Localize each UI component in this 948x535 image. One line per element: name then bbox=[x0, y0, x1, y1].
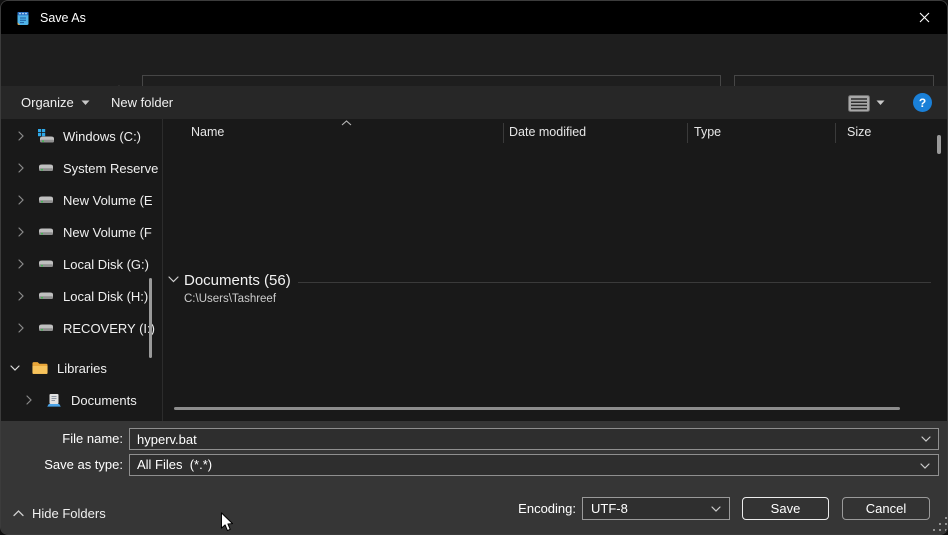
close-icon bbox=[919, 12, 930, 23]
file-name-input[interactable] bbox=[129, 428, 939, 450]
sidebar-item-local-disk-h[interactable]: Local Disk (H:) bbox=[15, 282, 148, 310]
hide-folders-label: Hide Folders bbox=[32, 506, 106, 521]
save-as-type-select[interactable]: All Files (*.*) bbox=[129, 454, 939, 476]
sidebar-item-new-volume-f[interactable]: New Volume (F bbox=[15, 218, 152, 246]
view-details-icon bbox=[848, 95, 870, 112]
group-header-rule bbox=[298, 282, 931, 283]
group-collapse-chevron-icon[interactable] bbox=[168, 276, 179, 283]
column-header-row: Name Date modified Type Size bbox=[163, 119, 947, 147]
column-header-type[interactable]: Type bbox=[694, 125, 721, 139]
hide-folders-button[interactable]: Hide Folders bbox=[13, 501, 106, 525]
view-caret-icon bbox=[876, 100, 885, 106]
documents-library-icon bbox=[45, 393, 63, 408]
hide-folders-chevron-icon bbox=[13, 510, 24, 517]
sidebar-item-label: System Reserve bbox=[63, 161, 158, 176]
new-folder-label: New folder bbox=[111, 95, 173, 110]
close-button[interactable] bbox=[901, 1, 947, 34]
windows-drive-icon bbox=[37, 129, 55, 144]
sidebar-item-recovery-i[interactable]: RECOVERY (I:) bbox=[15, 314, 155, 342]
sidebar-item-label: New Volume (E bbox=[63, 193, 153, 208]
expand-chevron-icon[interactable] bbox=[15, 259, 27, 269]
encoding-value: UTF-8 bbox=[591, 501, 628, 516]
file-name-label: File name: bbox=[1, 428, 123, 450]
sidebar-item-label: Windows (C:) bbox=[63, 129, 141, 144]
sidebar-item-label: Libraries bbox=[57, 361, 107, 376]
expand-chevron-icon[interactable] bbox=[15, 163, 27, 173]
horizontal-scrollbar-thumb[interactable] bbox=[174, 407, 900, 410]
column-divider[interactable] bbox=[687, 123, 688, 143]
vertical-scrollbar-thumb[interactable] bbox=[937, 135, 941, 154]
navigation-bar: Libraries Documents bbox=[1, 34, 947, 86]
expand-chevron-icon[interactable] bbox=[23, 395, 35, 405]
organize-caret-icon bbox=[81, 100, 90, 106]
dropdown-chevron-icon bbox=[711, 506, 721, 512]
drive-icon bbox=[37, 323, 55, 334]
sidebar-divider bbox=[162, 119, 163, 421]
column-header-date-modified[interactable]: Date modified bbox=[509, 125, 586, 139]
group-header[interactable]: Documents (56) bbox=[184, 272, 291, 289]
save-button[interactable]: Save bbox=[742, 497, 829, 520]
expand-chevron-icon[interactable] bbox=[15, 227, 27, 237]
sidebar-item-label: New Volume (F bbox=[63, 225, 152, 240]
sidebar-item-label: Local Disk (H:) bbox=[63, 289, 148, 304]
sidebar-item-label: RECOVERY (I:) bbox=[63, 321, 155, 336]
sidebar-item-local-disk-g[interactable]: Local Disk (G:) bbox=[15, 250, 149, 278]
file-name-combobox bbox=[129, 428, 939, 450]
sidebar-item-windows-c[interactable]: Windows (C:) bbox=[15, 122, 141, 150]
expand-chevron-icon[interactable] bbox=[15, 131, 27, 141]
save-as-type-value: All Files (*.*) bbox=[130, 457, 212, 472]
collapse-chevron-icon[interactable] bbox=[9, 365, 21, 371]
sidebar-item-label: Documents bbox=[71, 393, 137, 408]
sidebar-item-system-reserved[interactable]: System Reserve bbox=[15, 154, 158, 182]
column-header-name[interactable]: Name bbox=[191, 125, 224, 139]
save-as-dialog: Save As bbox=[0, 0, 948, 535]
title-bar: Save As bbox=[1, 1, 947, 34]
sidebar-item-label: Local Disk (G:) bbox=[63, 257, 149, 272]
save-as-type-label: Save as type: bbox=[1, 454, 123, 476]
main-area: Windows (C:) System Reserve New Volume (… bbox=[1, 119, 947, 421]
sidebar-item-new-volume-e[interactable]: New Volume (E bbox=[15, 186, 153, 214]
sidebar-item-libraries[interactable]: Libraries bbox=[9, 354, 107, 382]
expand-chevron-icon[interactable] bbox=[15, 195, 27, 205]
column-divider[interactable] bbox=[503, 123, 504, 143]
group-path: C:\Users\Tashreef bbox=[184, 293, 276, 305]
bottom-panel: File name: Save as type: All Files (*.*)… bbox=[1, 421, 947, 535]
sort-asc-icon bbox=[341, 120, 352, 126]
expand-chevron-icon[interactable] bbox=[15, 291, 27, 301]
organize-label: Organize bbox=[21, 95, 74, 110]
drive-icon bbox=[37, 291, 55, 302]
organize-button[interactable]: Organize bbox=[13, 86, 98, 119]
expand-chevron-icon[interactable] bbox=[15, 323, 27, 333]
drive-icon bbox=[37, 259, 55, 270]
encoding-label: Encoding: bbox=[471, 497, 576, 520]
help-icon: ? bbox=[919, 96, 926, 110]
dropdown-chevron-icon[interactable] bbox=[921, 436, 931, 442]
column-divider[interactable] bbox=[835, 123, 836, 143]
resize-grip-icon[interactable] bbox=[945, 517, 947, 519]
dropdown-chevron-icon bbox=[920, 463, 930, 469]
cancel-button[interactable]: Cancel bbox=[842, 497, 930, 520]
window-title: Save As bbox=[40, 11, 86, 25]
column-header-size[interactable]: Size bbox=[847, 125, 871, 139]
new-folder-button[interactable]: New folder bbox=[103, 86, 181, 119]
encoding-select[interactable]: UTF-8 bbox=[582, 497, 730, 520]
drive-icon bbox=[37, 227, 55, 238]
sidebar-item-documents[interactable]: Documents bbox=[23, 386, 137, 414]
help-button[interactable]: ? bbox=[913, 93, 932, 112]
notepad-icon bbox=[15, 10, 31, 26]
folder-icon bbox=[31, 361, 49, 375]
change-view-button[interactable] bbox=[844, 91, 889, 115]
sidebar-scrollbar-thumb[interactable] bbox=[149, 278, 152, 358]
drive-icon bbox=[37, 195, 55, 206]
command-bar: Organize New folder bbox=[1, 86, 947, 119]
drive-icon bbox=[37, 163, 55, 174]
